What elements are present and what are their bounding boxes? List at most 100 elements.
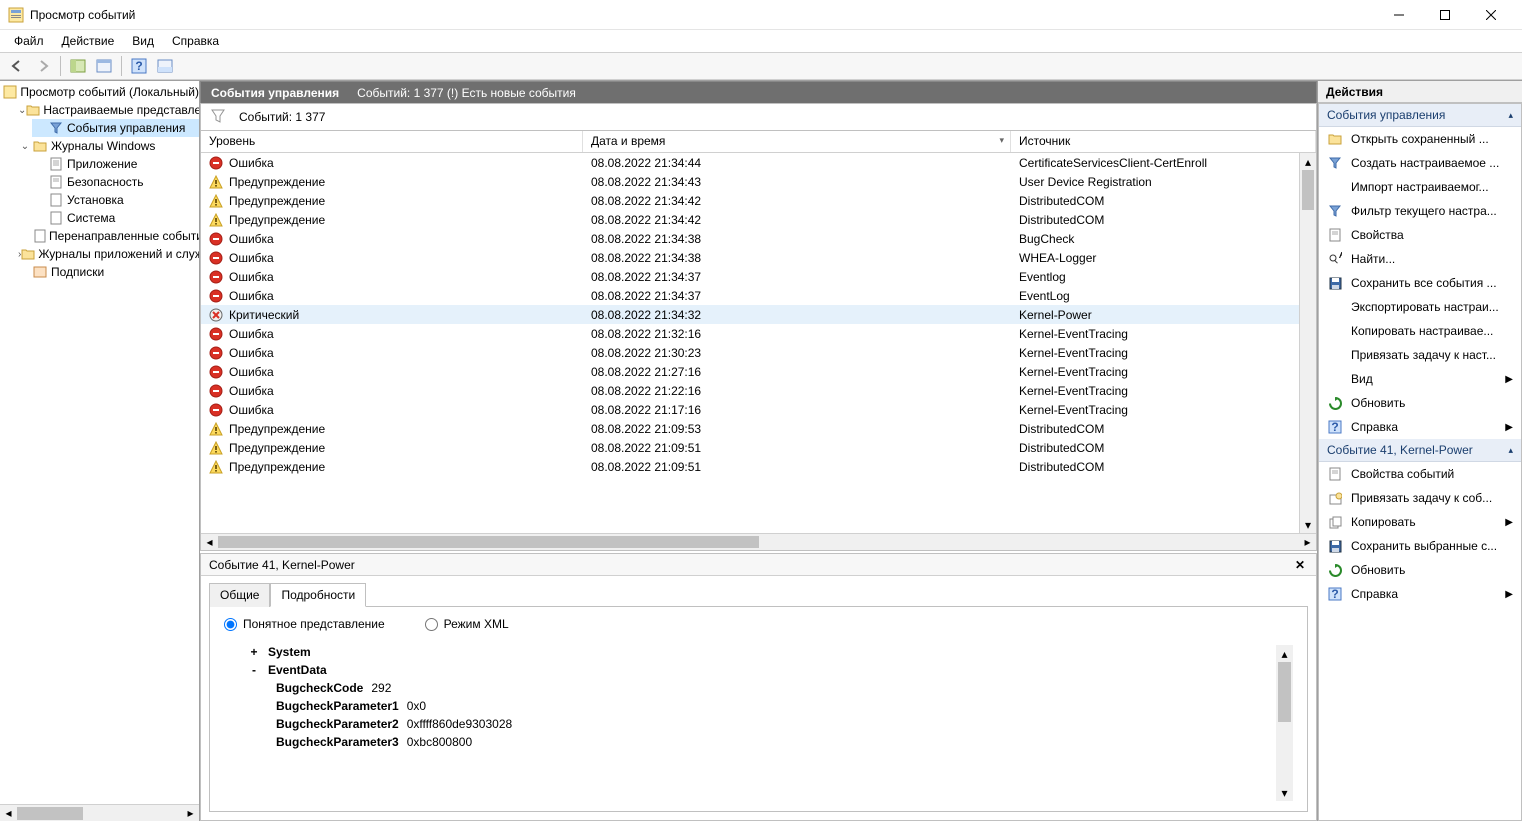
tree-application[interactable]: Приложение xyxy=(32,155,199,173)
col-source[interactable]: Источник xyxy=(1011,131,1316,152)
tree-setup[interactable]: Установка xyxy=(32,191,199,209)
table-row[interactable]: Ошибка08.08.2022 21:34:44CertificateServ… xyxy=(201,153,1299,172)
find-icon: A xyxy=(1327,251,1343,267)
tree-forwarded[interactable]: Перенаправленные события xyxy=(32,227,199,245)
tab-general[interactable]: Общие xyxy=(209,583,270,607)
help-button[interactable]: ? xyxy=(128,55,150,77)
scroll-up-icon[interactable]: ▴ xyxy=(1300,153,1316,170)
table-row[interactable]: Предупреждение08.08.2022 21:09:53Distrib… xyxy=(201,419,1299,438)
table-row[interactable]: Предупреждение08.08.2022 21:34:42Distrib… xyxy=(201,210,1299,229)
forward-button[interactable] xyxy=(32,55,54,77)
table-row[interactable]: Ошибка08.08.2022 21:34:38WHEA-Logger xyxy=(201,248,1299,267)
table-row[interactable]: Ошибка08.08.2022 21:22:16Kernel-EventTra… xyxy=(201,381,1299,400)
tree-root[interactable]: Просмотр событий (Локальный) xyxy=(0,83,199,101)
action-item[interactable]: Фильтр текущего настра... xyxy=(1319,199,1521,223)
back-button[interactable] xyxy=(6,55,28,77)
tree-app-service-logs[interactable]: ›Журналы приложений и служб xyxy=(16,245,199,263)
action-label: Сохранить все события ... xyxy=(1351,276,1497,290)
warning-icon xyxy=(209,213,223,227)
table-row[interactable]: Ошибка08.08.2022 21:30:23Kernel-EventTra… xyxy=(201,343,1299,362)
twisty-open-icon[interactable]: ⌄ xyxy=(18,141,32,152)
action-label: Сохранить выбранные с... xyxy=(1351,539,1497,553)
detail-close-button[interactable]: ✕ xyxy=(1292,557,1308,573)
action-item[interactable]: Создать настраиваемое ... xyxy=(1319,151,1521,175)
actions-section2-header[interactable]: Событие 41, Kernel-Power ▴ xyxy=(1319,439,1521,462)
action-item[interactable]: Сохранить выбранные с... xyxy=(1319,534,1521,558)
action-item[interactable]: Копировать настраивае... xyxy=(1319,319,1521,343)
expand-system-button[interactable]: + xyxy=(248,645,260,659)
table-row[interactable]: Предупреждение08.08.2022 21:09:51Distrib… xyxy=(201,457,1299,476)
scroll-thumb[interactable] xyxy=(1302,170,1314,210)
radio-friendly-input[interactable] xyxy=(224,618,237,631)
table-row[interactable]: Предупреждение08.08.2022 21:34:42Distrib… xyxy=(201,191,1299,210)
scroll-thumb[interactable] xyxy=(218,536,759,548)
tree-admin-events[interactable]: События управления xyxy=(32,119,199,137)
action-item[interactable]: Сохранить все события ... xyxy=(1319,271,1521,295)
tree-windows-logs[interactable]: ⌄ Журналы Windows xyxy=(16,137,199,155)
maximize-button[interactable] xyxy=(1422,0,1468,30)
critical-icon xyxy=(209,308,223,322)
scroll-left-icon[interactable]: ◂ xyxy=(201,534,218,550)
table-row[interactable]: Ошибка08.08.2022 21:32:16Kernel-EventTra… xyxy=(201,324,1299,343)
col-datetime[interactable]: Дата и время▾ xyxy=(583,131,1011,152)
action-item[interactable]: AНайти... xyxy=(1319,247,1521,271)
toggle-preview-button[interactable] xyxy=(154,55,176,77)
table-row[interactable]: Критический08.08.2022 21:34:32Kernel-Pow… xyxy=(201,305,1299,324)
scroll-thumb[interactable] xyxy=(1278,662,1291,722)
scroll-right-icon[interactable]: ▸ xyxy=(182,805,199,821)
radio-friendly[interactable]: Понятное представление xyxy=(224,617,385,631)
radio-xml[interactable]: Режим XML xyxy=(425,617,509,631)
scroll-left-icon[interactable]: ◂ xyxy=(0,805,17,821)
scroll-right-icon[interactable]: ▸ xyxy=(1299,534,1316,550)
menu-view[interactable]: Вид xyxy=(124,32,162,50)
action-item[interactable]: Импорт настраиваемог... xyxy=(1319,175,1521,199)
menu-action[interactable]: Действие xyxy=(54,32,123,50)
action-item[interactable]: Привязать задачу к наст... xyxy=(1319,343,1521,367)
action-item[interactable]: Обновить xyxy=(1319,391,1521,415)
table-row[interactable]: Предупреждение08.08.2022 21:09:51Distrib… xyxy=(201,438,1299,457)
action-label: Создать настраиваемое ... xyxy=(1351,156,1499,170)
action-item[interactable]: Вид▶ xyxy=(1319,367,1521,391)
close-button[interactable] xyxy=(1468,0,1514,30)
tab-details[interactable]: Подробности xyxy=(270,583,366,607)
detail-vscrollbar[interactable]: ▴ ▾ xyxy=(1276,645,1293,801)
scroll-thumb[interactable] xyxy=(17,807,83,820)
action-item[interactable]: ?Справка▶ xyxy=(1319,415,1521,439)
tree-hscrollbar[interactable]: ◂ ▸ xyxy=(0,804,199,821)
action-item[interactable]: Копировать▶ xyxy=(1319,510,1521,534)
scroll-down-icon[interactable]: ▾ xyxy=(1300,516,1316,533)
menu-file[interactable]: Файл xyxy=(6,32,52,50)
minimize-button[interactable] xyxy=(1376,0,1422,30)
action-item[interactable]: Экспортировать настраи... xyxy=(1319,295,1521,319)
table-row[interactable]: Ошибка08.08.2022 21:34:38BugCheck xyxy=(201,229,1299,248)
tree-subscriptions[interactable]: Подписки xyxy=(16,263,199,281)
grid-hscrollbar[interactable]: ◂ ▸ xyxy=(201,533,1316,550)
tree-system[interactable]: Система xyxy=(32,209,199,227)
table-row[interactable]: Предупреждение08.08.2022 21:34:43User De… xyxy=(201,172,1299,191)
action-item[interactable]: Привязать задачу к соб... xyxy=(1319,486,1521,510)
menu-help[interactable]: Справка xyxy=(164,32,227,50)
table-row[interactable]: Ошибка08.08.2022 21:17:16Kernel-EventTra… xyxy=(201,400,1299,419)
radio-xml-input[interactable] xyxy=(425,618,438,631)
twisty-open-icon[interactable]: ⌄ xyxy=(18,105,26,116)
action-label: Привязать задачу к наст... xyxy=(1351,348,1496,362)
actions-section1-header[interactable]: События управления ▴ xyxy=(1319,104,1521,127)
scroll-down-icon[interactable]: ▾ xyxy=(1276,784,1293,801)
tree-custom-views[interactable]: ⌄ Настраиваемые представления xyxy=(16,101,199,119)
col-level[interactable]: Уровень xyxy=(201,131,583,152)
show-hide-tree-button[interactable] xyxy=(67,55,89,77)
properties-button[interactable] xyxy=(93,55,115,77)
action-item[interactable]: Свойства xyxy=(1319,223,1521,247)
action-item[interactable]: Свойства событий xyxy=(1319,462,1521,486)
grid-vscrollbar[interactable]: ▴ ▾ xyxy=(1299,153,1316,533)
table-row[interactable]: Ошибка08.08.2022 21:27:16Kernel-EventTra… xyxy=(201,362,1299,381)
table-row[interactable]: Ошибка08.08.2022 21:34:37Eventlog xyxy=(201,267,1299,286)
action-item[interactable]: ?Справка▶ xyxy=(1319,582,1521,606)
action-item[interactable]: Открыть сохраненный ... xyxy=(1319,127,1521,151)
scroll-up-icon[interactable]: ▴ xyxy=(1276,645,1293,662)
action-item[interactable]: Обновить xyxy=(1319,558,1521,582)
collapse-eventdata-button[interactable]: - xyxy=(248,663,260,677)
filter-icon xyxy=(48,120,64,136)
table-row[interactable]: Ошибка08.08.2022 21:34:37EventLog xyxy=(201,286,1299,305)
tree-security[interactable]: Безопасность xyxy=(32,173,199,191)
